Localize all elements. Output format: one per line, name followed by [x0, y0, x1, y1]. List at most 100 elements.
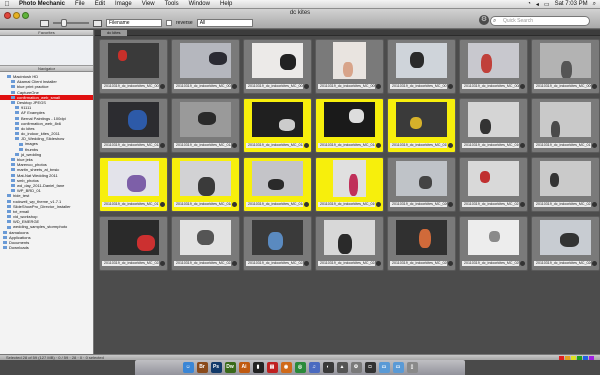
thumbnail-image[interactable]: [252, 220, 303, 256]
color-class-orange[interactable]: [565, 356, 570, 360]
thumbnail-image[interactable]: [540, 161, 591, 197]
dreamweaver-icon[interactable]: Dw: [224, 362, 236, 373]
rotate-icon[interactable]: [376, 261, 381, 266]
menu-help[interactable]: Help: [215, 1, 237, 7]
rotate-icon[interactable]: [376, 143, 381, 148]
volume-icon[interactable]: ◂: [536, 1, 539, 8]
trash-icon[interactable]: ▯: [406, 362, 418, 373]
thumbnail-image[interactable]: [324, 102, 375, 138]
thumbnail-image[interactable]: [252, 161, 303, 197]
menu-tools[interactable]: Tools: [160, 1, 184, 7]
applications-folder-icon[interactable]: ▭: [378, 362, 390, 373]
thumbnail-image[interactable]: [468, 102, 519, 138]
rotate-icon[interactable]: [376, 202, 381, 207]
rotate-icon[interactable]: [304, 261, 309, 266]
thumbnail-cell[interactable]: 20110319_dc_indoorkites_MC_0031.JPG: [171, 39, 240, 94]
finder-icon[interactable]: ☺: [182, 362, 194, 373]
rotate-icon[interactable]: [520, 261, 525, 266]
rotate-icon[interactable]: [592, 84, 597, 89]
favorites-panel[interactable]: [0, 36, 93, 66]
thumbnail-image[interactable]: [468, 43, 519, 79]
documents-folder-icon[interactable]: ▭: [392, 362, 404, 373]
thumbnail-image[interactable]: [468, 220, 519, 256]
thumbnail-cell[interactable]: 20110319_dc_indoorkites_MC_0172.JPG: [531, 98, 600, 153]
rotate-icon[interactable]: [448, 143, 453, 148]
slider-knob[interactable]: [61, 19, 67, 27]
color-class-green[interactable]: [577, 356, 582, 360]
rotate-icon[interactable]: [160, 261, 165, 266]
gear-icon[interactable]: ⚙: [479, 15, 489, 25]
rotate-icon[interactable]: [592, 202, 597, 207]
color-class-yellow[interactable]: [571, 356, 576, 360]
thumbnail-image[interactable]: [396, 102, 447, 138]
illustrator-icon[interactable]: Ai: [238, 362, 250, 373]
menu-window[interactable]: Window: [184, 1, 215, 7]
thumbnail-image[interactable]: [333, 160, 366, 198]
thumbnail-cell[interactable]: 20110319_dc_indoorkites_MC_0258.JPG: [459, 216, 528, 271]
rotate-icon[interactable]: [160, 143, 165, 148]
rotate-icon[interactable]: [232, 202, 237, 207]
rotate-icon[interactable]: [520, 143, 525, 148]
thumbnail-cell[interactable]: 20110319_dc_indoorkites_MC_0194.JPG: [315, 157, 384, 212]
menu-image[interactable]: Image: [110, 1, 137, 7]
reverse-checkbox[interactable]: [166, 20, 172, 26]
thumbnail-cell[interactable]: 20110319_dc_indoorkites_MC_0186.JPG: [243, 157, 312, 212]
thumbnail-image[interactable]: [540, 102, 591, 138]
thumbnail-size-slider[interactable]: [53, 19, 89, 27]
rotate-icon[interactable]: [592, 261, 597, 266]
thumbnail-cell[interactable]: 20110319_dc_indoorkites_MC_0203.JPG: [387, 157, 456, 212]
rotate-icon[interactable]: [448, 261, 453, 266]
rotate-icon[interactable]: [160, 202, 165, 207]
thumbnail-cell[interactable]: 20110319_dc_indoorkites_MC_0155.JPG: [387, 98, 456, 153]
thumbnail-image[interactable]: [252, 43, 303, 79]
photo-mechanic-icon[interactable]: ◐: [322, 362, 334, 373]
thumbnail-cell[interactable]: 20110319_dc_indoorkites_MC_0230.JPG: [171, 216, 240, 271]
spotlight-icon[interactable]: ⌕: [593, 1, 596, 8]
activity-monitor-icon[interactable]: ▲: [336, 362, 348, 373]
thumbnail-image[interactable]: [252, 102, 303, 138]
thumbnail-cell[interactable]: 20110319_dc_indoorkites_MC_0178.JPG: [99, 157, 168, 212]
thumbnail-cell[interactable]: 20110319_dc_indoorkites_MC_0226.JPG: [99, 216, 168, 271]
menu-file[interactable]: File: [70, 1, 90, 7]
thumbnail-cell[interactable]: 20110319_dc_indoorkites_MC_0048.JPG: [243, 39, 312, 94]
rotate-icon[interactable]: [232, 143, 237, 148]
thumbnail-image[interactable]: [180, 220, 231, 256]
thumbnail-cell[interactable]: 20110319_dc_indoorkites_MC_0059.JPG: [315, 39, 384, 94]
menu-view[interactable]: View: [137, 1, 160, 7]
thumbnail-cell[interactable]: 20110319_dc_indoorkites_MC_0082.JPG: [459, 39, 528, 94]
thumbnail-cell[interactable]: 20110319_dc_indoorkites_MC_0251.JPG: [387, 216, 456, 271]
thumbnail-image[interactable]: [333, 42, 366, 80]
apple-menu-icon[interactable]: : [0, 1, 14, 8]
sort-field-dropdown[interactable]: Filename: [106, 19, 162, 27]
thumbnail-image[interactable]: [108, 102, 159, 138]
thumbnail-cell[interactable]: 20110319_dc_indoorkites_MC_0014.JPG: [99, 39, 168, 94]
rotate-icon[interactable]: [232, 261, 237, 266]
rotate-icon[interactable]: [520, 202, 525, 207]
thumbnail-image[interactable]: [540, 43, 591, 79]
tab-dc-kites[interactable]: dc kites: [101, 29, 127, 36]
clock[interactable]: Sat 7:03 PM: [555, 1, 588, 7]
large-view-icon[interactable]: [93, 19, 102, 27]
rotate-icon[interactable]: [592, 143, 597, 148]
thumbnail-image[interactable]: [180, 43, 231, 79]
system-prefs-icon[interactable]: ⚙: [350, 362, 362, 373]
thumbnail-cell[interactable]: 20110319_dc_indoorkites_MC_0245.JPG: [315, 216, 384, 271]
itunes-icon[interactable]: ♫: [308, 362, 320, 373]
color-class-blue[interactable]: [583, 356, 588, 360]
color-class-purple[interactable]: [589, 356, 594, 360]
thumbnail-cell[interactable]: 20110319_dc_indoorkites_MC_0264.JPG: [531, 216, 600, 271]
rotate-icon[interactable]: [304, 202, 309, 207]
chrome-icon[interactable]: ◎: [294, 362, 306, 373]
ical-icon[interactable]: ▤: [266, 362, 278, 373]
bridge-icon[interactable]: Br: [196, 362, 208, 373]
thumbnail-image[interactable]: [180, 102, 231, 138]
firefox-icon[interactable]: ◉: [280, 362, 292, 373]
thumbnail-cell[interactable]: 20110319_dc_indoorkites_MC_0073.JPG: [387, 39, 456, 94]
thumbnail-cell[interactable]: 20110319_dc_indoorkites_MC_0211.JPG: [459, 157, 528, 212]
rotate-icon[interactable]: [232, 84, 237, 89]
thumbnail-image[interactable]: [108, 220, 159, 256]
thumbnail-image[interactable]: [540, 220, 591, 256]
rotate-icon[interactable]: [376, 84, 381, 89]
thumbnail-image[interactable]: [396, 161, 447, 197]
battery-icon[interactable]: ▭: [544, 1, 550, 8]
